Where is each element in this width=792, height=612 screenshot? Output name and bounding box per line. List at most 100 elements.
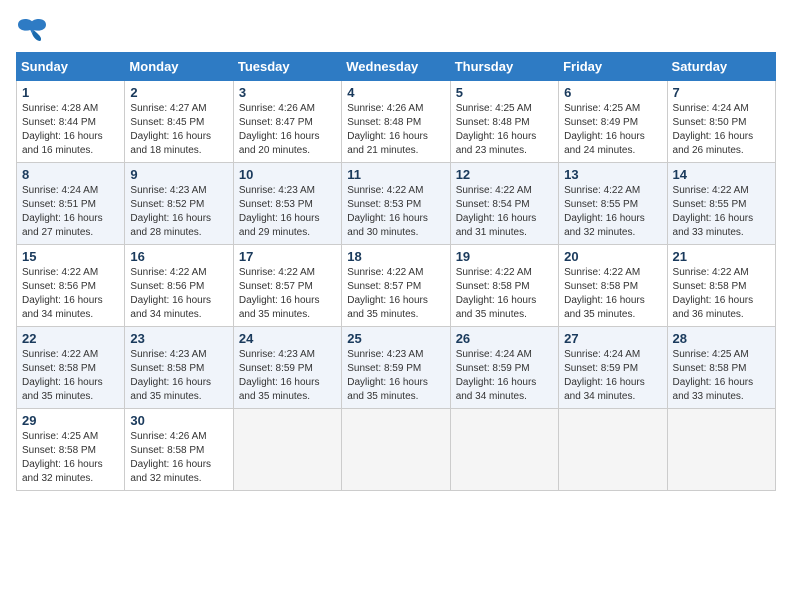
day-info: Sunrise: 4:22 AMSunset: 8:53 PMDaylight:…	[347, 184, 444, 240]
calendar-cell: 26 Sunrise: 4:24 AMSunset: 8:59 PMDayligh…	[450, 327, 558, 409]
day-number: 27	[564, 331, 661, 346]
calendar-cell: 20 Sunrise: 4:22 AMSunset: 8:58 PMDayligh…	[559, 245, 667, 327]
day-info: Sunrise: 4:23 AMSunset: 8:52 PMDaylight:…	[130, 184, 227, 240]
calendar-cell: 21 Sunrise: 4:22 AMSunset: 8:58 PMDayligh…	[667, 245, 775, 327]
day-number: 9	[130, 167, 227, 182]
calendar-cell: 30 Sunrise: 4:26 AMSunset: 8:58 PMDayligh…	[125, 409, 233, 491]
day-info: Sunrise: 4:26 AMSunset: 8:47 PMDaylight:…	[239, 102, 336, 158]
calendar-cell: 23 Sunrise: 4:23 AMSunset: 8:58 PMDayligh…	[125, 327, 233, 409]
day-number: 2	[130, 85, 227, 100]
day-number: 11	[347, 167, 444, 182]
day-number: 25	[347, 331, 444, 346]
calendar-cell: 14 Sunrise: 4:22 AMSunset: 8:55 PMDayligh…	[667, 163, 775, 245]
day-number: 4	[347, 85, 444, 100]
calendar-cell: 4 Sunrise: 4:26 AMSunset: 8:48 PMDaylight…	[342, 81, 450, 163]
day-info: Sunrise: 4:22 AMSunset: 8:58 PMDaylight:…	[564, 266, 661, 322]
calendar-cell	[450, 409, 558, 491]
weekday-header-friday: Friday	[559, 53, 667, 81]
weekday-header-thursday: Thursday	[450, 53, 558, 81]
day-number: 18	[347, 249, 444, 264]
day-number: 6	[564, 85, 661, 100]
day-info: Sunrise: 4:25 AMSunset: 8:48 PMDaylight:…	[456, 102, 553, 158]
day-number: 15	[22, 249, 119, 264]
weekday-header-wednesday: Wednesday	[342, 53, 450, 81]
day-number: 14	[673, 167, 770, 182]
calendar-cell: 24 Sunrise: 4:23 AMSunset: 8:59 PMDayligh…	[233, 327, 341, 409]
calendar-cell: 9 Sunrise: 4:23 AMSunset: 8:52 PMDaylight…	[125, 163, 233, 245]
calendar-cell: 19Sunrise: 4:22 AMSunset: 8:58 PMDayligh…	[450, 245, 558, 327]
calendar-cell: 1 Sunrise: 4:28 AMSunset: 8:44 PMDaylight…	[17, 81, 125, 163]
calendar-cell: 2 Sunrise: 4:27 AMSunset: 8:45 PMDaylight…	[125, 81, 233, 163]
day-info: Sunrise: 4:26 AMSunset: 8:58 PMDaylight:…	[130, 430, 227, 486]
calendar-cell: 13 Sunrise: 4:22 AMSunset: 8:55 PMDayligh…	[559, 163, 667, 245]
weekday-header-saturday: Saturday	[667, 53, 775, 81]
day-number: 23	[130, 331, 227, 346]
logo	[16, 16, 52, 44]
day-info: Sunrise: 4:26 AMSunset: 8:48 PMDaylight:…	[347, 102, 444, 158]
calendar-cell: 8 Sunrise: 4:24 AMSunset: 8:51 PMDaylight…	[17, 163, 125, 245]
calendar-cell	[233, 409, 341, 491]
day-info: Sunrise: 4:28 AMSunset: 8:44 PMDaylight:…	[22, 102, 119, 158]
day-info: Sunrise: 4:24 AMSunset: 8:59 PMDaylight:…	[456, 348, 553, 404]
day-info: Sunrise: 4:22 AMSunset: 8:58 PMDaylight:…	[22, 348, 119, 404]
day-info: Sunrise: 4:23 AMSunset: 8:58 PMDaylight:…	[130, 348, 227, 404]
day-info: Sunrise: 4:22 AMSunset: 8:57 PMDaylight:…	[347, 266, 444, 322]
day-number: 1	[22, 85, 119, 100]
calendar-cell: 29 Sunrise: 4:25 AMSunset: 8:58 PMDayligh…	[17, 409, 125, 491]
calendar-cell: 11 Sunrise: 4:22 AMSunset: 8:53 PMDayligh…	[342, 163, 450, 245]
day-number: 16	[130, 249, 227, 264]
logo-icon	[16, 16, 48, 44]
day-number: 17	[239, 249, 336, 264]
day-info: Sunrise: 4:22 AMSunset: 8:58 PMDaylight:…	[673, 266, 770, 322]
day-number: 30	[130, 413, 227, 428]
calendar-cell	[667, 409, 775, 491]
calendar-cell: 7Sunrise: 4:24 AMSunset: 8:50 PMDaylight…	[667, 81, 775, 163]
day-number: 13	[564, 167, 661, 182]
day-info: Sunrise: 4:25 AMSunset: 8:58 PMDaylight:…	[673, 348, 770, 404]
day-info: Sunrise: 4:22 AMSunset: 8:55 PMDaylight:…	[564, 184, 661, 240]
day-info: Sunrise: 4:22 AMSunset: 8:56 PMDaylight:…	[22, 266, 119, 322]
weekday-header-monday: Monday	[125, 53, 233, 81]
day-number: 29	[22, 413, 119, 428]
day-info: Sunrise: 4:22 AMSunset: 8:57 PMDaylight:…	[239, 266, 336, 322]
day-number: 28	[673, 331, 770, 346]
page-header	[16, 16, 776, 44]
day-number: 26	[456, 331, 553, 346]
day-info: Sunrise: 4:23 AMSunset: 8:53 PMDaylight:…	[239, 184, 336, 240]
calendar-cell: 22 Sunrise: 4:22 AMSunset: 8:58 PMDayligh…	[17, 327, 125, 409]
calendar-cell: 27 Sunrise: 4:24 AMSunset: 8:59 PMDayligh…	[559, 327, 667, 409]
day-info: Sunrise: 4:22 AMSunset: 8:55 PMDaylight:…	[673, 184, 770, 240]
day-number: 24	[239, 331, 336, 346]
calendar-cell: 18 Sunrise: 4:22 AMSunset: 8:57 PMDayligh…	[342, 245, 450, 327]
weekday-header-tuesday: Tuesday	[233, 53, 341, 81]
day-info: Sunrise: 4:24 AMSunset: 8:59 PMDaylight:…	[564, 348, 661, 404]
day-number: 20	[564, 249, 661, 264]
day-info: Sunrise: 4:27 AMSunset: 8:45 PMDaylight:…	[130, 102, 227, 158]
calendar-cell: 5 Sunrise: 4:25 AMSunset: 8:48 PMDaylight…	[450, 81, 558, 163]
day-number: 21	[673, 249, 770, 264]
day-number: 5	[456, 85, 553, 100]
day-info: Sunrise: 4:23 AMSunset: 8:59 PMDaylight:…	[239, 348, 336, 404]
calendar-cell: 10Sunrise: 4:23 AMSunset: 8:53 PMDayligh…	[233, 163, 341, 245]
calendar-cell: 3 Sunrise: 4:26 AMSunset: 8:47 PMDaylight…	[233, 81, 341, 163]
day-info: Sunrise: 4:24 AMSunset: 8:51 PMDaylight:…	[22, 184, 119, 240]
calendar-cell: 16Sunrise: 4:22 AMSunset: 8:56 PMDayligh…	[125, 245, 233, 327]
calendar-cell: 12Sunrise: 4:22 AMSunset: 8:54 PMDayligh…	[450, 163, 558, 245]
calendar-cell: 28 Sunrise: 4:25 AMSunset: 8:58 PMDayligh…	[667, 327, 775, 409]
calendar-cell: 15 Sunrise: 4:22 AMSunset: 8:56 PMDayligh…	[17, 245, 125, 327]
calendar-table: SundayMondayTuesdayWednesdayThursdayFrid…	[16, 52, 776, 491]
day-number: 3	[239, 85, 336, 100]
day-info: Sunrise: 4:25 AMSunset: 8:49 PMDaylight:…	[564, 102, 661, 158]
day-number: 8	[22, 167, 119, 182]
calendar-cell	[342, 409, 450, 491]
day-number: 19	[456, 249, 553, 264]
day-number: 22	[22, 331, 119, 346]
calendar-cell: 25 Sunrise: 4:23 AMSunset: 8:59 PMDayligh…	[342, 327, 450, 409]
day-info: Sunrise: 4:25 AMSunset: 8:58 PMDaylight:…	[22, 430, 119, 486]
day-info: Sunrise: 4:22 AMSunset: 8:54 PMDaylight:…	[456, 184, 553, 240]
calendar-cell: 6 Sunrise: 4:25 AMSunset: 8:49 PMDaylight…	[559, 81, 667, 163]
day-info: Sunrise: 4:23 AMSunset: 8:59 PMDaylight:…	[347, 348, 444, 404]
calendar-cell	[559, 409, 667, 491]
weekday-header-sunday: Sunday	[17, 53, 125, 81]
day-number: 7	[673, 85, 770, 100]
